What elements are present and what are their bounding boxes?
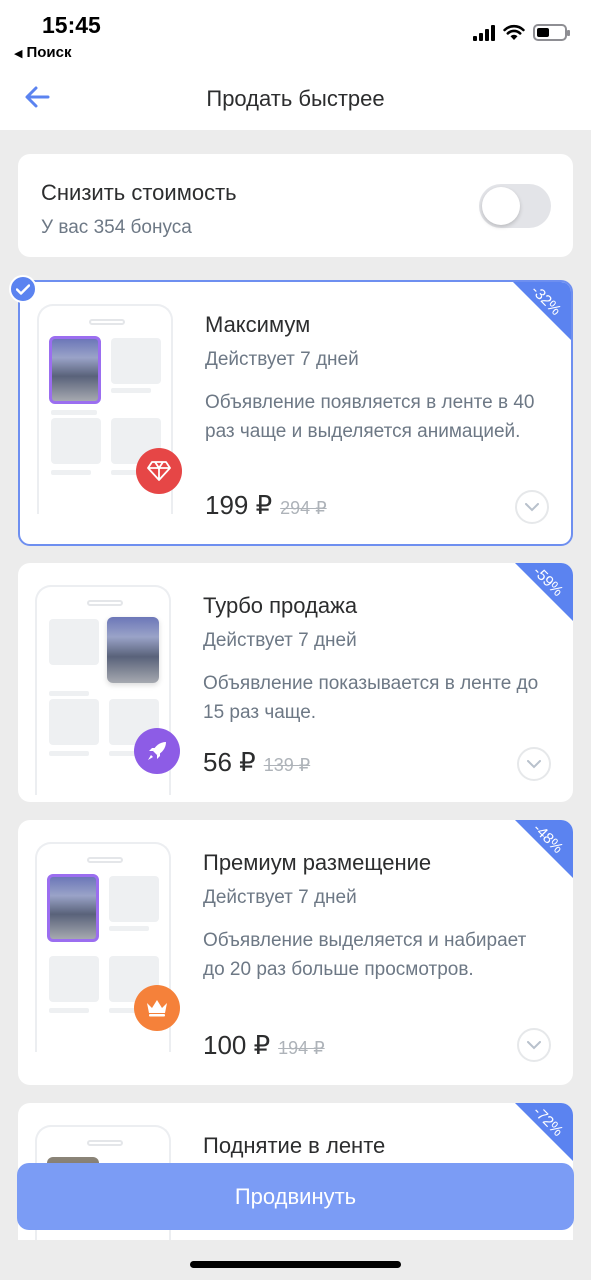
triangle-left-icon: ◀ — [14, 48, 23, 60]
chevron-down-icon[interactable] — [515, 490, 549, 524]
bottom-safe-area — [0, 1240, 591, 1280]
price: 199 ₽ — [205, 490, 273, 520]
status-bar: 15:45 ◀ Поиск — [0, 0, 591, 68]
listing-thumbnail — [49, 336, 101, 404]
price-row: 100 ₽ 194 ₽ — [203, 1030, 325, 1061]
service-card-maximum[interactable]: -32% Максимум Действует 7 дней Объявлени… — [18, 280, 573, 546]
service-card-premium[interactable]: -48% Премиум размещение Действует 7 дней… — [18, 820, 573, 1085]
service-duration: Действует 7 дней — [203, 630, 357, 651]
service-title: Максимум — [205, 312, 311, 337]
back-to-search-link[interactable]: ◀ Поиск — [14, 44, 71, 61]
diamond-icon — [136, 448, 182, 494]
old-price: 139 ₽ — [263, 755, 311, 775]
rocket-icon — [134, 728, 180, 774]
service-card-turbo[interactable]: -59% Турбо продажа Действует 7 дней Объя… — [18, 563, 573, 802]
status-icons — [473, 24, 570, 41]
wifi-icon — [503, 24, 525, 40]
bonus-balance-text: У вас 354 бонуса — [41, 217, 192, 238]
service-title: Поднятие в ленте — [203, 1133, 386, 1158]
page-title: Продать быстрее — [206, 86, 385, 111]
service-description: Объявление выделяется и набирает до 20 р… — [203, 930, 527, 980]
service-title: Турбо продажа — [203, 593, 358, 618]
selected-checkmark-icon — [9, 275, 37, 303]
listing-thumbnail — [47, 874, 99, 942]
price: 56 ₽ — [203, 747, 256, 777]
switch-knob — [482, 187, 520, 225]
service-description: Объявление показывается в ленте до 15 ра… — [203, 673, 539, 723]
service-duration: Действует 7 дней — [205, 349, 359, 370]
status-time: 15:45 — [42, 12, 101, 38]
navigation-bar: Продать быстрее — [0, 68, 591, 130]
price-row: 199 ₽ 294 ₽ — [205, 490, 327, 521]
listing-thumbnail — [107, 617, 159, 683]
battery-icon — [533, 24, 570, 41]
price: 100 ₽ — [203, 1030, 271, 1060]
back-to-search-label: Поиск — [26, 44, 72, 61]
service-duration: Действует 7 дней — [203, 887, 357, 908]
service-description: Объявление появляется в ленте в 40 раз ч… — [205, 392, 535, 442]
home-indicator — [190, 1261, 401, 1268]
reduce-price-title: Снизить стоимость — [41, 180, 237, 205]
price-row: 56 ₽ 139 ₽ — [203, 747, 310, 778]
reduce-price-switch[interactable] — [479, 184, 551, 228]
chevron-down-icon[interactable] — [517, 1028, 551, 1062]
crown-icon — [134, 985, 180, 1031]
old-price: 294 ₽ — [280, 498, 327, 518]
service-title: Премиум размещение — [203, 850, 432, 875]
reduce-price-card: Снизить стоимость У вас 354 бонуса — [18, 154, 573, 257]
cellular-signal-icon — [473, 24, 495, 41]
promote-button[interactable]: Продвинуть — [17, 1163, 574, 1230]
chevron-down-icon[interactable] — [517, 747, 551, 781]
old-price: 194 ₽ — [278, 1038, 325, 1058]
